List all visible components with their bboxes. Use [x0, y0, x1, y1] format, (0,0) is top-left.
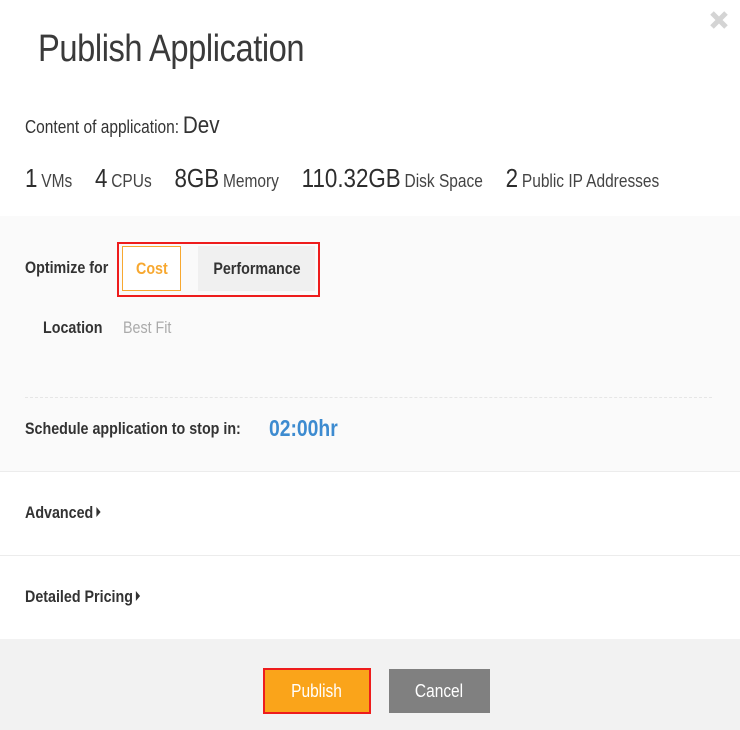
stat-disk-space: 110.32GB Disk Space: [302, 163, 483, 194]
optimize-cost-label: Cost: [135, 258, 168, 278]
stat-cpus: 4 CPUs: [95, 163, 152, 194]
optimize-performance-label: Performance: [212, 258, 301, 278]
advanced-label: Advanced: [25, 503, 94, 522]
schedule-stop-label: Schedule application to stop in:: [25, 419, 241, 438]
stat-value: 110.32GB: [301, 163, 401, 193]
stat-value: 4: [94, 163, 108, 193]
content-of-application: Content of application: Dev: [25, 112, 220, 140]
content-value: Dev: [182, 112, 220, 139]
location-value[interactable]: Best Fit: [123, 318, 171, 338]
location-label: Location: [43, 318, 103, 337]
schedule-stop-value[interactable]: 02:00hr: [269, 415, 338, 442]
stat-unit: Disk Space: [404, 171, 483, 191]
caret-right-icon: [136, 591, 141, 601]
advanced-label-wrap: Advanced: [25, 503, 101, 523]
stat-value: 8GB: [174, 163, 220, 193]
stat-unit: CPUs: [111, 171, 152, 191]
close-button[interactable]: [708, 9, 730, 31]
optimize-performance-button[interactable]: Performance: [198, 246, 315, 291]
publish-label: Publish: [291, 680, 343, 701]
cancel-label: Cancel: [415, 680, 464, 701]
stat-public-ips: 2 Public IP Addresses: [506, 163, 660, 194]
stat-value: 2: [505, 163, 519, 193]
detailed-pricing-label-wrap: Detailed Pricing: [25, 587, 141, 607]
section-divider: [25, 397, 712, 398]
content-label: Content of application:: [25, 117, 180, 137]
close-icon: [710, 11, 728, 29]
stat-unit: VMs: [41, 171, 73, 191]
cancel-button[interactable]: Cancel: [389, 669, 490, 713]
detailed-pricing-label: Detailed Pricing: [25, 587, 133, 606]
resource-stats: 1 VMs 4 CPUs 8GB Memory 110.32GB Disk Sp…: [25, 163, 678, 194]
optimize-for-label: Optimize for: [25, 258, 109, 277]
stat-memory: 8GB Memory: [174, 163, 278, 194]
stat-unit: Memory: [223, 171, 279, 191]
advanced-toggle[interactable]: Advanced: [0, 472, 740, 556]
dialog-title: Publish Application: [38, 28, 305, 70]
detailed-pricing-toggle[interactable]: Detailed Pricing: [0, 556, 740, 640]
optimize-cost-button[interactable]: Cost: [122, 246, 181, 291]
stat-value: 1: [25, 163, 38, 193]
publish-button[interactable]: Publish: [263, 668, 371, 714]
stat-unit: Public IP Addresses: [521, 171, 660, 191]
stat-vms: 1 VMs: [25, 163, 72, 194]
caret-right-icon: [96, 507, 101, 517]
